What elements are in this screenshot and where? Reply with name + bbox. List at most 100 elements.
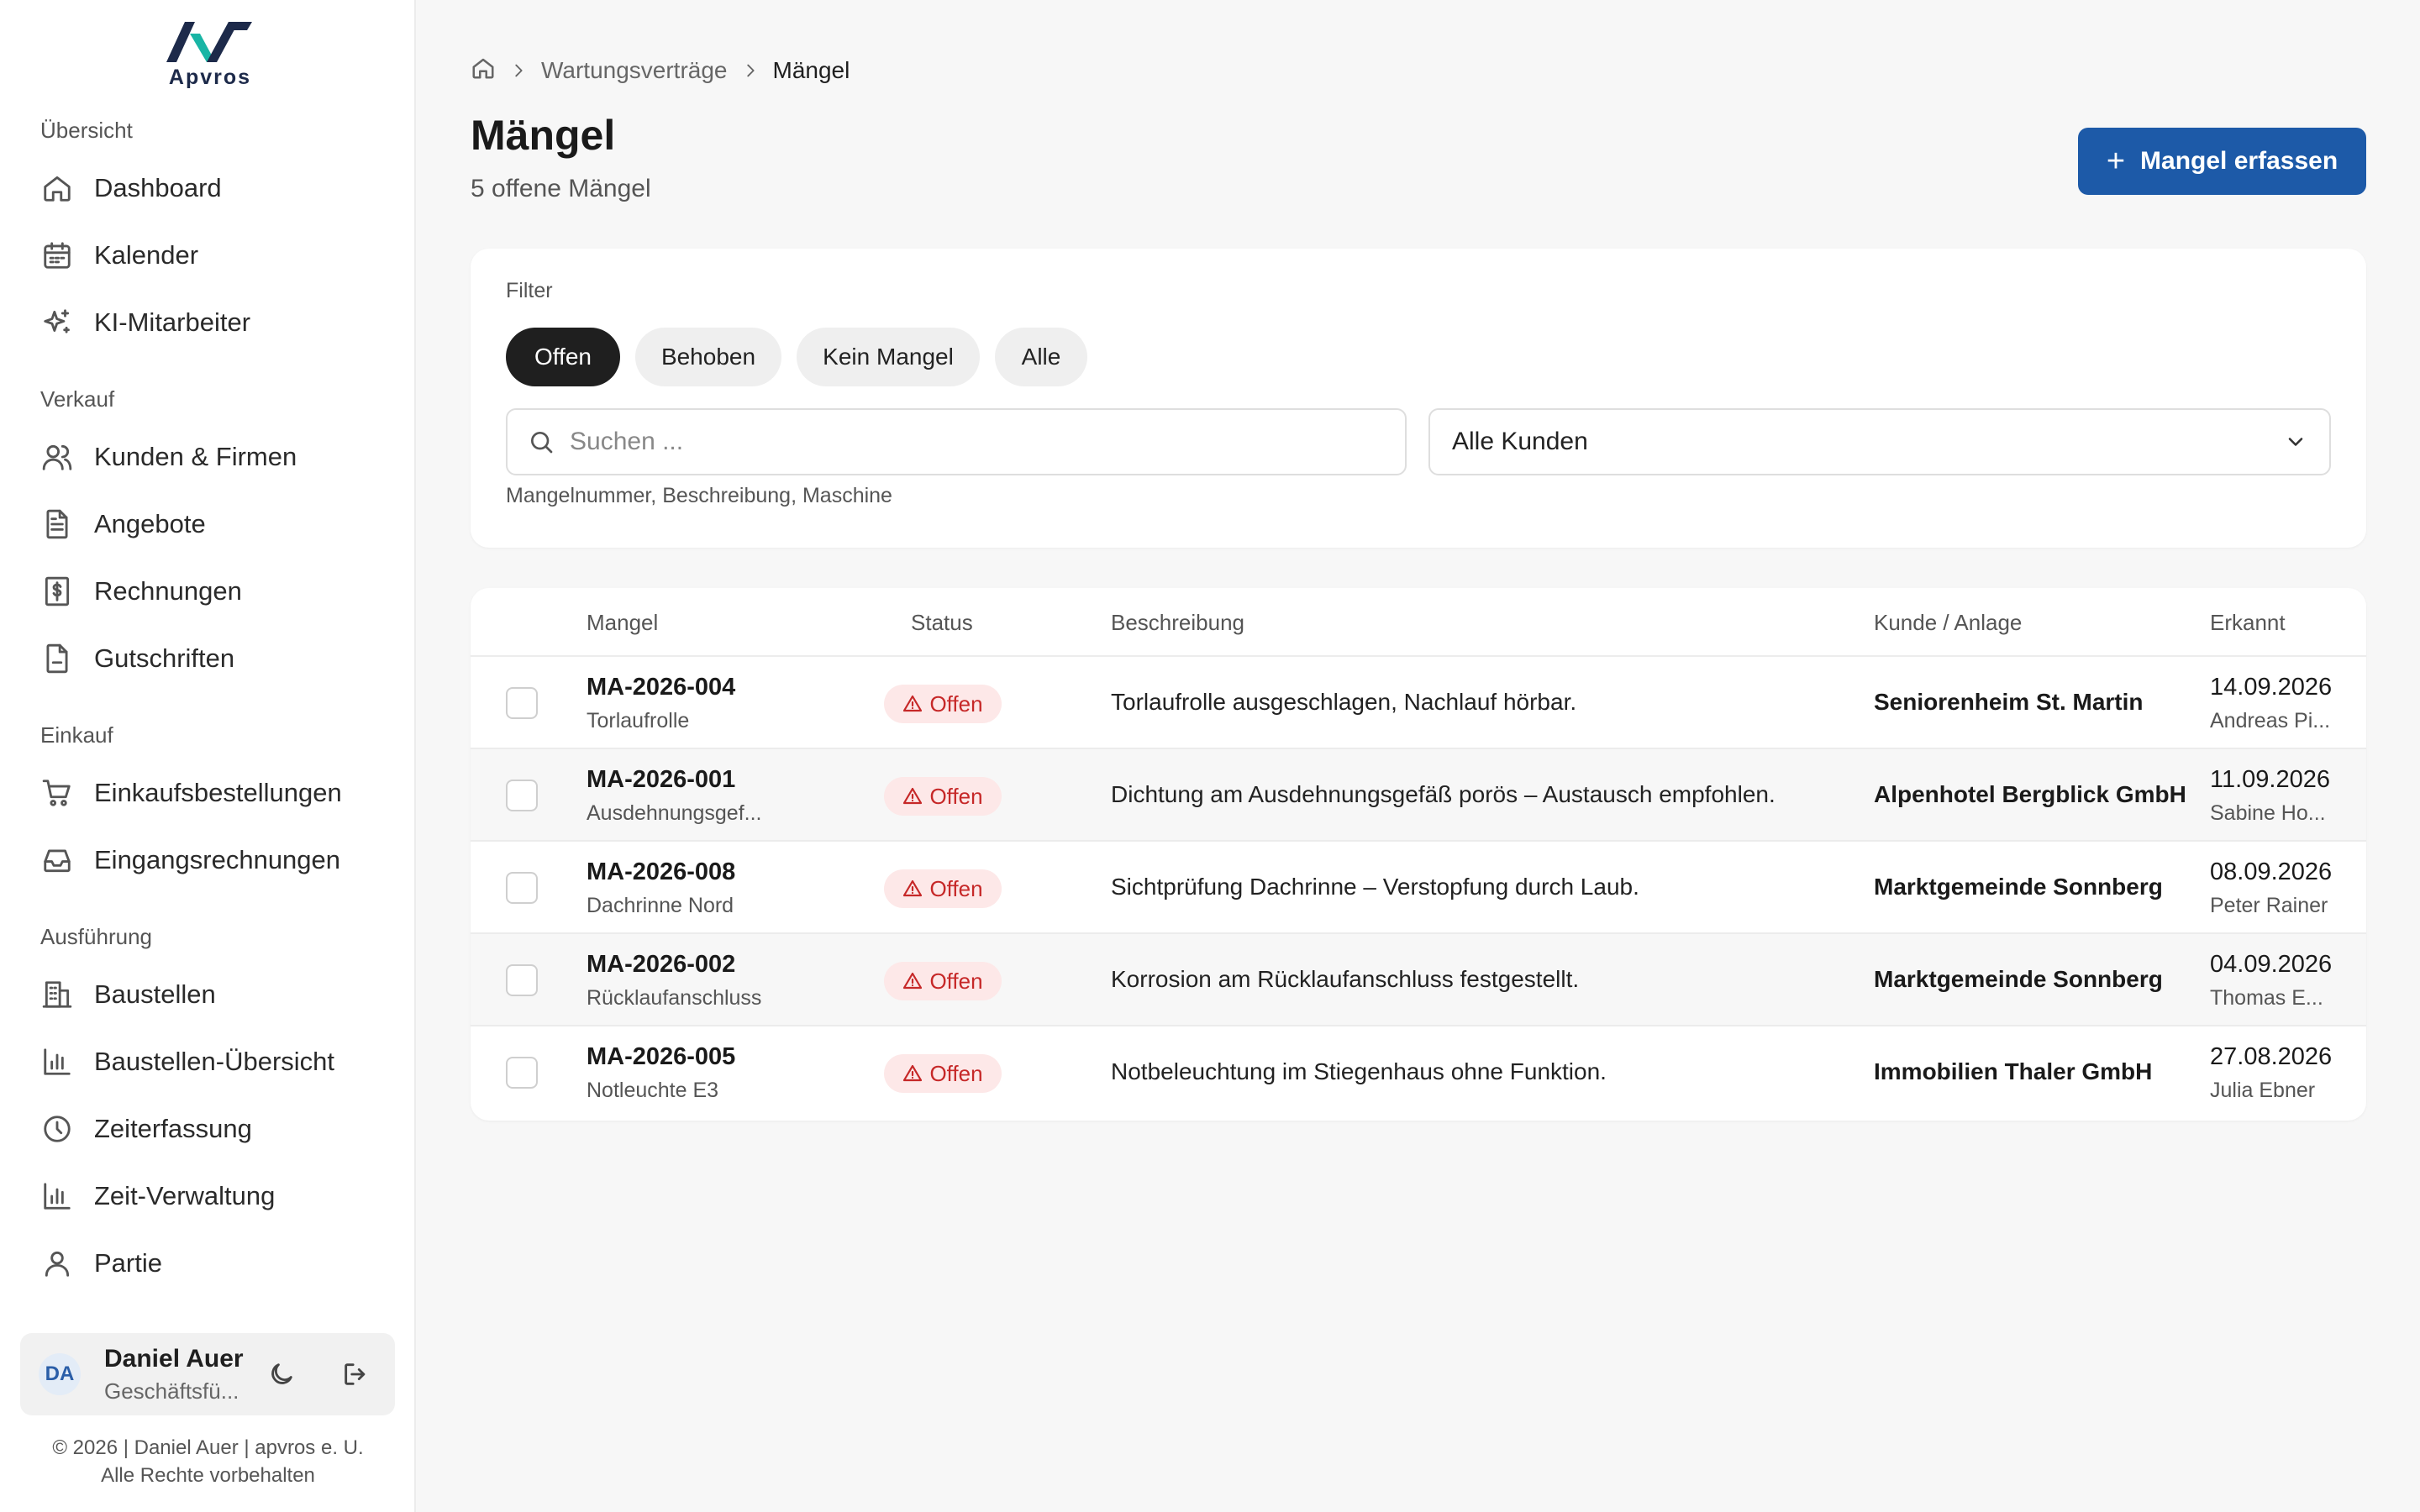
file-icon — [40, 642, 74, 675]
page-subtitle: 5 offene Mängel — [471, 175, 651, 202]
search-input[interactable] — [570, 428, 1376, 456]
row-checkbox[interactable] — [506, 872, 538, 904]
sidebar-item-label: Angebote — [94, 509, 206, 538]
document-icon — [40, 507, 74, 541]
inbox-icon — [40, 843, 74, 877]
mangel-customer: Seniorenheim St. Martin — [1874, 689, 2144, 715]
mangel-date: 14.09.2026 — [2210, 674, 2333, 701]
table-row[interactable]: MA-2026-004 Torlaufrolle Offen Torlaufro… — [471, 657, 2366, 749]
mangel-date: 27.08.2026 — [2210, 1043, 2333, 1070]
search-field[interactable] — [506, 408, 1407, 475]
filter-chip-behoben[interactable]: Behoben — [635, 328, 781, 386]
chevron-right-icon — [741, 61, 760, 80]
mangel-id: MA-2026-005 — [587, 1043, 736, 1070]
sparkles-icon — [40, 306, 74, 339]
row-checkbox[interactable] — [506, 964, 538, 996]
nav-section-ausfuehrung: Ausführung — [40, 924, 152, 949]
sidebar-item-label: Rechnungen — [94, 576, 242, 606]
filter-chip-alle[interactable]: Alle — [995, 328, 1087, 386]
add-mangel-label: Mangel erfassen — [2140, 147, 2338, 175]
sidebar-item-label: Zeiterfassung — [94, 1114, 252, 1143]
calendar-icon — [40, 239, 74, 272]
mangel-person: Peter Rainer — [2210, 894, 2328, 917]
apvros-logo[interactable]: Apvros — [160, 18, 260, 89]
dark-mode-toggle[interactable] — [264, 1357, 299, 1392]
logo-wordmark: Apvros — [168, 66, 252, 89]
mangel-component: Torlaufrolle — [587, 709, 690, 732]
row-checkbox[interactable] — [506, 780, 538, 811]
table-row[interactable]: MA-2026-001 Ausdehnungsgef... Offen Dich… — [471, 749, 2366, 842]
home-icon — [40, 171, 74, 205]
breadcrumb-home-icon[interactable] — [471, 55, 496, 87]
mangel-description: Sichtprüfung Dachrinne – Verstopfung dur… — [1111, 874, 1639, 900]
mangel-customer: Marktgemeinde Sonnberg — [1874, 874, 2163, 900]
sidebar-item-label: Gutschriften — [94, 643, 235, 673]
mangel-customer: Immobilien Thaler GmbH — [1874, 1058, 2153, 1084]
sidebar-item-baustellen[interactable]: Baustellen — [40, 969, 393, 1020]
sidebar-item-gutschriften[interactable]: Gutschriften — [40, 633, 393, 684]
column-header-erkannt[interactable]: Erkannt — [2210, 610, 2286, 636]
avatar[interactable]: DA — [39, 1353, 81, 1395]
search-hint: Mangelnummer, Beschreibung, Maschine — [506, 484, 892, 507]
sidebar-item-label: Dashboard — [94, 173, 222, 202]
warning-icon — [903, 972, 923, 990]
status-badge-label: Offen — [929, 875, 983, 901]
bar-chart-icon — [40, 1045, 74, 1079]
sidebar-item-partie[interactable]: Partie — [40, 1238, 393, 1289]
column-header-status[interactable]: Status — [911, 610, 973, 636]
table-row[interactable]: MA-2026-005 Notleuchte E3 Offen Notbeleu… — [471, 1026, 2366, 1119]
sidebar-item-rechnungen[interactable]: Rechnungen — [40, 566, 393, 617]
sidebar-item-kunden-firmen[interactable]: Kunden & Firmen — [40, 432, 393, 482]
breadcrumb-link-wartungsvertraege[interactable]: Wartungsverträge — [541, 57, 728, 84]
chevron-down-icon — [2288, 438, 2303, 446]
invoice-dollar-icon — [40, 575, 74, 608]
sidebar-item-baustellen-uebersicht[interactable]: Baustellen-Übersicht — [40, 1037, 393, 1087]
row-checkbox[interactable] — [506, 687, 538, 719]
sidebar-item-zeit-verwaltung[interactable]: Zeit-Verwaltung — [40, 1171, 393, 1221]
cart-icon — [40, 776, 74, 810]
filter-chip-offen[interactable]: Offen — [506, 328, 620, 386]
footer-copyright: © 2026 | Daniel Auer | apvros e. U. — [52, 1436, 364, 1459]
row-checkbox[interactable] — [506, 1057, 538, 1089]
search-icon — [531, 432, 553, 454]
mangel-id: MA-2026-001 — [587, 766, 736, 793]
sidebar-item-label: Eingangsrechnungen — [94, 845, 341, 874]
logout-button[interactable] — [338, 1357, 373, 1392]
mangel-component: Notleuchte E3 — [587, 1079, 719, 1102]
mangel-id: MA-2026-008 — [587, 858, 736, 885]
sidebar-item-einkaufsbestellungen[interactable]: Einkaufsbestellungen — [40, 768, 393, 818]
sidebar-item-angebote[interactable]: Angebote — [40, 499, 393, 549]
status-badge: Offen — [884, 685, 1002, 723]
sidebar-item-zeiterfassung[interactable]: Zeiterfassung — [40, 1104, 393, 1154]
warning-icon — [903, 695, 923, 712]
table-row[interactable]: MA-2026-002 Rücklaufanschluss Offen Korr… — [471, 934, 2366, 1026]
filter-chip-kein-mangel[interactable]: Kein Mangel — [797, 328, 980, 386]
sidebar-item-label: Einkaufsbestellungen — [94, 778, 342, 807]
sidebar-item-kalender[interactable]: Kalender — [40, 230, 393, 281]
sidebar-item-ki-mitarbeiter[interactable]: KI-Mitarbeiter — [40, 297, 393, 348]
mangel-component: Dachrinne Nord — [587, 894, 734, 917]
add-mangel-button[interactable]: + Mangel erfassen — [2078, 128, 2366, 195]
user-icon — [40, 1247, 74, 1280]
column-header-kunde[interactable]: Kunde / Anlage — [1874, 610, 2022, 636]
customer-select[interactable]: Alle Kunden — [1428, 408, 2331, 475]
mangel-description: Dichtung am Ausdehnungsgefäß porös – Aus… — [1111, 781, 1776, 807]
sidebar-item-dashboard[interactable]: Dashboard — [40, 163, 393, 213]
mangel-person: Sabine Ho... — [2210, 801, 2326, 825]
table-row[interactable]: MA-2026-008 Dachrinne Nord Offen Sichtpr… — [471, 842, 2366, 934]
customer-select-value: Alle Kunden — [1452, 428, 1588, 455]
mangel-id: MA-2026-002 — [587, 951, 736, 978]
column-header-beschreibung[interactable]: Beschreibung — [1111, 610, 1244, 636]
sidebar-item-eingangsrechnungen[interactable]: Eingangsrechnungen — [40, 835, 393, 885]
column-header-mangel[interactable]: Mangel — [587, 610, 658, 636]
mangel-customer: Alpenhotel Bergblick GmbH — [1874, 781, 2186, 807]
sidebar-item-label: KI-Mitarbeiter — [94, 307, 251, 337]
warning-icon — [903, 1064, 923, 1082]
mangel-description: Notbeleuchtung im Stiegenhaus ohne Funkt… — [1111, 1058, 1607, 1084]
status-badge-label: Offen — [929, 783, 983, 809]
mangel-person: Thomas E... — [2210, 986, 2323, 1010]
page-title: Mängel — [471, 112, 616, 159]
status-badge-label: Offen — [929, 690, 983, 717]
sidebar-item-label: Zeit-Verwaltung — [94, 1181, 276, 1210]
breadcrumb-current: Mängel — [772, 57, 850, 83]
